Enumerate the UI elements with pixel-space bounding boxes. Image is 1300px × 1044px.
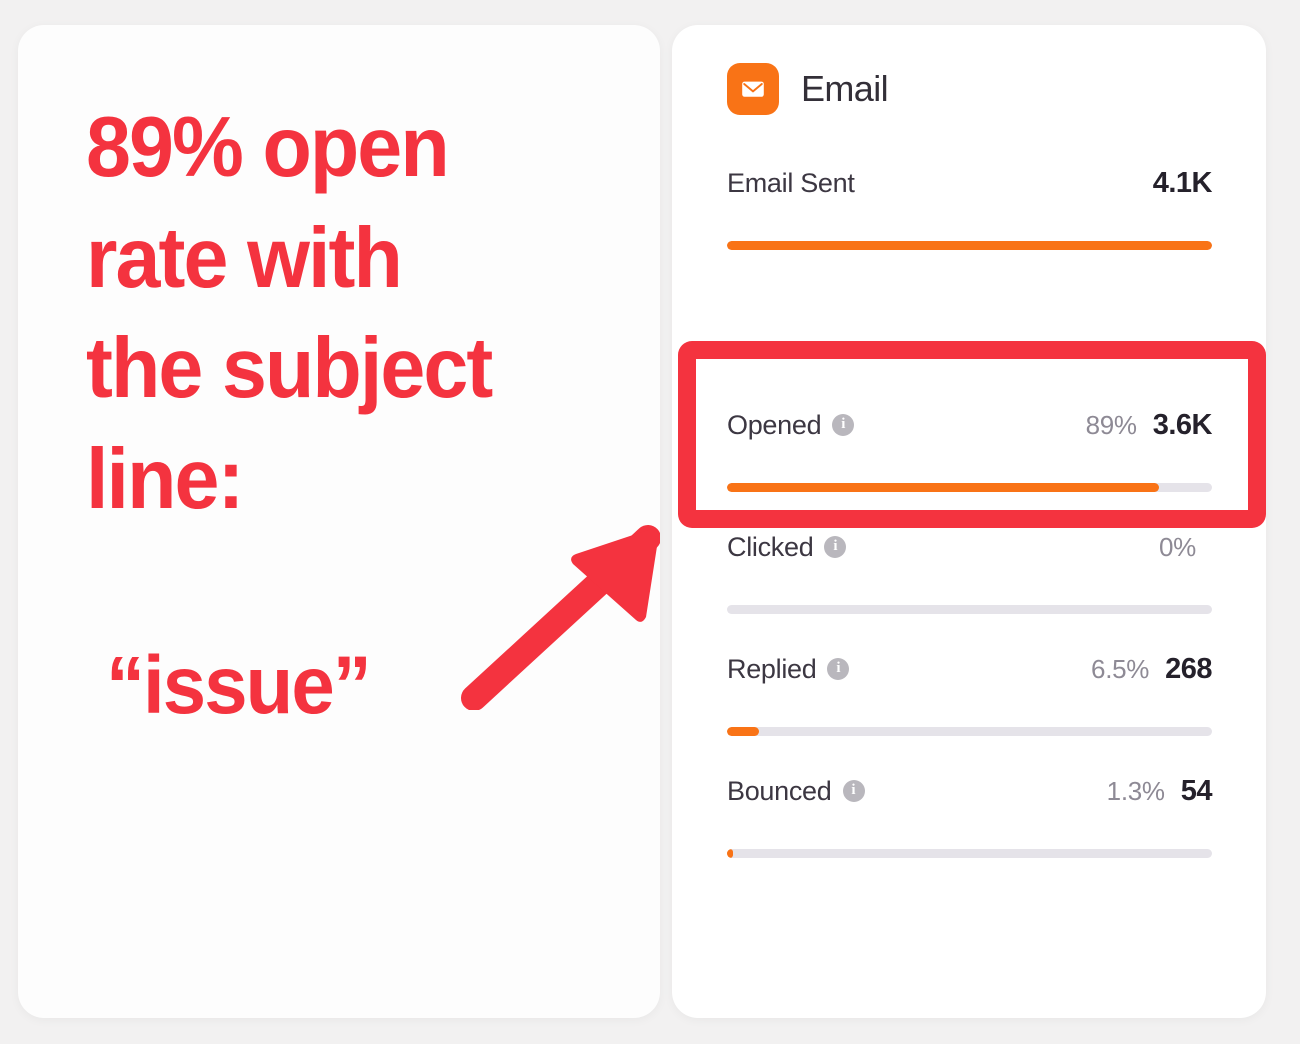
promo-subject-line-quote: “issue” <box>106 640 372 731</box>
card-title: Email <box>801 68 889 109</box>
info-icon[interactable]: i <box>842 780 865 802</box>
stat-percent: 0% <box>1159 532 1196 562</box>
stat-row-left: Replied i <box>727 653 850 684</box>
stat-label: Opened <box>727 409 822 440</box>
stat-label: Email Sent <box>727 167 855 198</box>
stat-row-right: 1.3% 54 <box>1106 774 1213 807</box>
stat-row-replied[interactable]: Replied i 6.5% 268 <box>727 651 1212 773</box>
stat-label: Clicked <box>727 531 814 562</box>
progress-track <box>727 727 1212 736</box>
stat-row-left: Opened i <box>727 409 855 440</box>
stat-row-left: Bounced i <box>727 775 865 806</box>
progress-track <box>727 605 1212 614</box>
card-header: Email <box>727 63 889 115</box>
stat-row-header: Opened i 89% 3.6K <box>727 407 1213 443</box>
stat-value: 3.6K <box>1152 408 1213 441</box>
stat-percent: 89% <box>1085 409 1137 440</box>
stat-value: 4.1K <box>1152 166 1213 199</box>
stat-percent: 1.3% <box>1106 775 1165 806</box>
stat-row-header: Email Sent 4.1K <box>727 165 1213 201</box>
stat-row-header: Clicked i 0% <box>727 529 1212 565</box>
info-icon[interactable]: i <box>832 414 855 436</box>
stat-row-right: 89% 3.6K <box>1085 408 1213 441</box>
stat-row-opened[interactable]: Opened i 89% 3.6K <box>727 407 1213 529</box>
stat-row-right: 0% <box>1159 534 1212 560</box>
stat-label: Replied <box>727 653 817 684</box>
stat-row-left: Clicked i <box>727 531 847 562</box>
progress-track <box>727 849 1212 858</box>
progress-track <box>727 483 1212 492</box>
progress-fill <box>727 727 759 736</box>
stat-percent: 6.5% <box>1091 653 1150 684</box>
email-stats-card: Email Email Sent 4.1K Opened i 89% 3.6K … <box>672 25 1266 1018</box>
stat-row-left: Email Sent <box>727 167 855 198</box>
progress-fill <box>727 483 1159 492</box>
stat-row-right: 6.5% 268 <box>1091 652 1212 685</box>
stat-label: Bounced <box>727 775 832 806</box>
stat-row-header: Replied i 6.5% 268 <box>727 651 1212 687</box>
progress-fill <box>727 241 1212 250</box>
stat-row-right: 4.1K <box>1137 166 1213 199</box>
screenshot-stage: 89% open rate with the subject line: “is… <box>0 0 1300 1044</box>
info-icon[interactable]: i <box>827 658 850 680</box>
stat-row-header: Bounced i 1.3% 54 <box>727 773 1213 809</box>
stat-row-email-sent[interactable]: Email Sent 4.1K <box>727 165 1213 285</box>
progress-track <box>727 241 1212 250</box>
stats-row-list: Email Sent 4.1K Received i <box>727 165 1213 895</box>
stat-row-clicked[interactable]: Clicked i 0% <box>727 529 1212 651</box>
promo-card: 89% open rate with the subject line: “is… <box>18 25 660 1018</box>
promo-headline: 89% open rate with the subject line: <box>86 100 493 527</box>
info-icon[interactable]: i <box>824 536 847 558</box>
arrow-up-right-icon <box>458 520 660 711</box>
stat-row-bounced[interactable]: Bounced i 1.3% 54 <box>727 773 1213 895</box>
stat-value: 54 <box>1180 774 1213 807</box>
stat-value: 268 <box>1165 652 1212 685</box>
progress-fill <box>727 849 734 858</box>
email-envelope-icon <box>727 63 779 115</box>
